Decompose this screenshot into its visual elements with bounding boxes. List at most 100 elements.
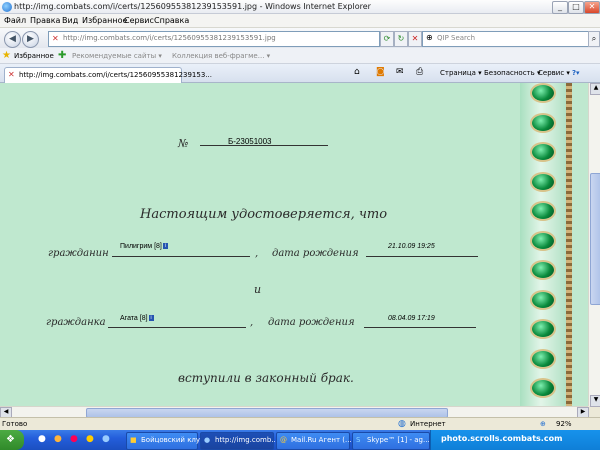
vertical-scrollbar[interactable]: ▲ ▼ [588, 83, 600, 407]
windows-logo-icon: ❖ [6, 434, 15, 445]
comma-1: , [255, 248, 259, 259]
menu-bar: Файл Правка Вид Избранное Сервис Справка [0, 14, 600, 28]
taskbar-label: Mail.Ru Агент (... [291, 436, 352, 444]
and-text: и [254, 283, 262, 296]
quicklaunch-opera-icon[interactable]: ● [70, 434, 78, 444]
security-menu[interactable]: Безопасность ▾ [484, 69, 540, 77]
search-field[interactable]: ⊕ QIP Search [422, 31, 589, 47]
gem-ornament-icon [532, 380, 554, 396]
status-zoom[interactable]: 92% [556, 420, 572, 428]
tab-page-icon: ✕ [8, 70, 15, 79]
maximize-button[interactable]: □ [568, 1, 584, 14]
menu-file[interactable]: Файл [4, 16, 26, 25]
clan-badge-icon: i [162, 243, 168, 250]
gem-ornament-icon [532, 321, 554, 337]
number-label: № [178, 137, 189, 150]
citizen2-level: [8] [139, 315, 148, 322]
search-provider-icon: ⊕ [426, 33, 433, 42]
search-icon[interactable]: ⌕ [588, 31, 600, 47]
favorites-bar: ★ Избранное ✚ Рекомендуемые сайты ▾ Колл… [0, 48, 600, 64]
menu-help[interactable]: Справка [154, 16, 189, 25]
favorites-star-icon[interactable]: ★ [2, 50, 11, 61]
ornament-stripe [566, 83, 572, 406]
menu-edit[interactable]: Правка [30, 16, 60, 25]
certificate-view: № Б-23051003 Настоящим удостоверяется, ч… [0, 83, 588, 406]
skype-icon: S [356, 436, 361, 444]
gem-ornament-icon [532, 85, 554, 101]
gem-ornament-icon [532, 350, 554, 367]
citizen-birth: 21.10.09 19:25 [388, 243, 435, 250]
tab-title: http://img.combats.com/i/certs/125609553… [19, 71, 212, 79]
citizen-name: Пилигрим [120, 243, 153, 250]
go-icon[interactable]: ⟳ [380, 31, 394, 47]
gem-ornament-icon [532, 114, 554, 131]
print-icon[interactable]: ⎙ [416, 67, 423, 77]
address-toolbar: ◀ ▶ ✕ http://img.combats.com/i/certs/125… [0, 28, 600, 48]
watermark-text: photo.scrolls.combats.com [441, 434, 563, 443]
suggested-sites[interactable]: Рекомендуемые сайты ▾ [72, 52, 162, 60]
birth-label: дата рождения [272, 248, 359, 259]
globe-icon: ◍ [398, 419, 406, 429]
zoom-icon[interactable]: ⊕ [540, 420, 546, 428]
gem-ornament-icon [532, 291, 554, 308]
page-menu[interactable]: Страница ▾ [440, 69, 482, 77]
citizen2-name-wrap: Агата [8] i [120, 315, 154, 322]
start-button[interactable]: ❖ [0, 430, 24, 450]
taskbar-label: http://img.comb... [215, 436, 278, 444]
page-icon: ✕ [52, 34, 59, 43]
mail-icon[interactable]: ✉ [396, 67, 404, 77]
birth-line [366, 256, 478, 257]
horizontal-scrollbar[interactable]: ◀ ▶ [0, 406, 589, 419]
taskbar-label: Skype™ [1] - ag... [367, 436, 430, 444]
taskbar-item-ie[interactable]: ● http://img.comb... [200, 432, 278, 450]
taskbar-item-combats[interactable]: ■ Бойцовский клуб ... [126, 432, 213, 450]
title-bar: http://img.combats.com/i/certs/125609553… [0, 0, 600, 14]
ie-icon [2, 2, 12, 12]
scroll-down-arrow-icon[interactable]: ▼ [590, 395, 600, 407]
favorites-label[interactable]: Избранное [14, 52, 54, 60]
decorative-top-text [10, 83, 510, 89]
vertical-scroll-thumb[interactable] [590, 173, 600, 305]
forward-button[interactable]: ▶ [22, 31, 39, 48]
gem-ornament-icon [532, 173, 554, 190]
web-slice-gallery[interactable]: Коллекция веб-фрагме... ▾ [172, 52, 270, 60]
tab-current[interactable]: ✕ http://img.combats.com/i/certs/1256095… [4, 67, 212, 84]
add-favorite-icon[interactable]: ✚ [58, 50, 66, 61]
system-tray: photo.scrolls.combats.com [430, 430, 600, 450]
birth2-line [364, 327, 476, 328]
menu-tools[interactable]: Сервис [124, 16, 154, 25]
feeds-icon[interactable]: ◙ [376, 67, 385, 77]
stop-icon[interactable]: ✕ [408, 31, 422, 47]
citizen-label: гражданин [48, 248, 109, 259]
quicklaunch-desktop-icon[interactable]: ● [102, 434, 110, 444]
mailru-icon: @ [280, 436, 287, 444]
comma-2: , [250, 317, 254, 328]
citizen-name-wrap: Пилигрим [8] i [120, 243, 168, 250]
address-field[interactable]: ✕ http://img.combats.com/i/certs/1256095… [48, 31, 380, 47]
quicklaunch-browser-icon[interactable]: ● [54, 434, 62, 444]
taskbar-item-skype[interactable]: S Skype™ [1] - ag... [352, 432, 430, 450]
close-button[interactable]: ✕ [584, 1, 600, 14]
quicklaunch-ie-icon[interactable]: ● [38, 434, 46, 444]
certificate-number: Б-23051003 [228, 137, 272, 146]
status-bar: Готово ◍ Интернет ⊕ 92% [0, 417, 600, 430]
citizen-line [112, 256, 250, 257]
quicklaunch-app-icon[interactable]: ● [86, 434, 94, 444]
address-url: http://img.combats.com/i/certs/125609553… [63, 34, 276, 42]
menu-view[interactable]: Вид [62, 16, 78, 25]
home-icon[interactable]: ⌂ [354, 67, 360, 77]
tools-menu[interactable]: Сервис ▾ [538, 69, 570, 77]
gem-ornament-icon [532, 232, 554, 249]
minimize-button[interactable]: _ [552, 1, 568, 14]
citizen2-line [108, 327, 246, 328]
scroll-up-arrow-icon[interactable]: ▲ [590, 83, 600, 95]
menu-favorites[interactable]: Избранное [82, 16, 127, 25]
taskbar-item-mailru[interactable]: @ Mail.Ru Агент (... [276, 432, 352, 450]
search-placeholder: QIP Search [437, 34, 476, 42]
help-icon[interactable]: ?▾ [572, 69, 580, 77]
taskbar: ❖ ● ● ● ● ● ■ Бойцовский клуб ... ● http… [0, 430, 600, 450]
refresh-icon[interactable]: ↻ [394, 31, 408, 47]
back-button[interactable]: ◀ [4, 31, 21, 48]
certificate-footer: вступили в законный брак. [178, 371, 354, 385]
gem-ornament-icon [532, 262, 554, 278]
